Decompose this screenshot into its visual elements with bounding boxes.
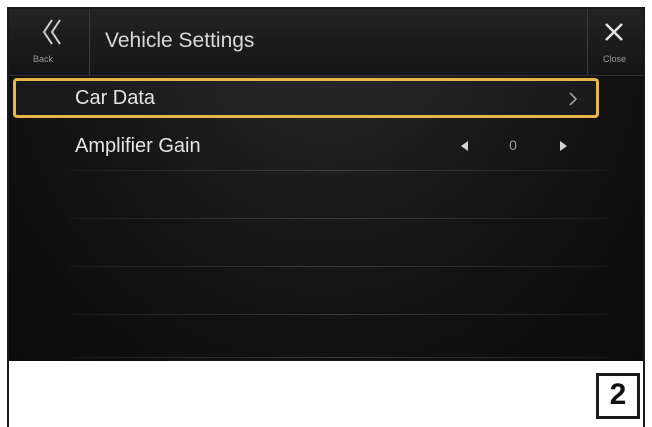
menu-item-label: Car Data: [75, 87, 156, 109]
page-number: 2: [609, 378, 627, 411]
list-divider: [69, 266, 609, 267]
chevron-right-icon: [569, 92, 578, 106]
list-divider: [69, 218, 609, 219]
arrow-left-icon: [461, 141, 468, 151]
list-divider: [69, 314, 609, 315]
close-button[interactable]: Close: [587, 9, 643, 75]
list-divider: [69, 170, 609, 171]
close-label: Close: [603, 54, 627, 64]
gain-decrease-button[interactable]: [453, 136, 477, 156]
arrow-right-icon: [560, 141, 567, 151]
list-divider: [69, 357, 609, 358]
vehicle-settings-screen: Back Vehicle Settings Close Car Data Amp…: [9, 9, 643, 361]
page-title: Vehicle Settings: [105, 29, 255, 52]
back-double-chevron-icon: [42, 19, 61, 45]
back-button[interactable]: Back: [9, 9, 89, 75]
menu-item-car-data[interactable]: Car Data: [13, 78, 599, 118]
close-icon: [605, 23, 623, 41]
page-number-box: 2: [596, 373, 640, 419]
menu-item-amplifier-gain: Amplifier Gain 0: [13, 126, 599, 166]
gain-value: 0: [509, 137, 517, 153]
menu-item-label: Amplifier Gain: [75, 135, 201, 157]
back-label: Back: [33, 54, 54, 64]
header-bar: Back Vehicle Settings Close: [9, 9, 643, 76]
gain-increase-button[interactable]: [551, 136, 575, 156]
header-divider: [89, 9, 90, 75]
